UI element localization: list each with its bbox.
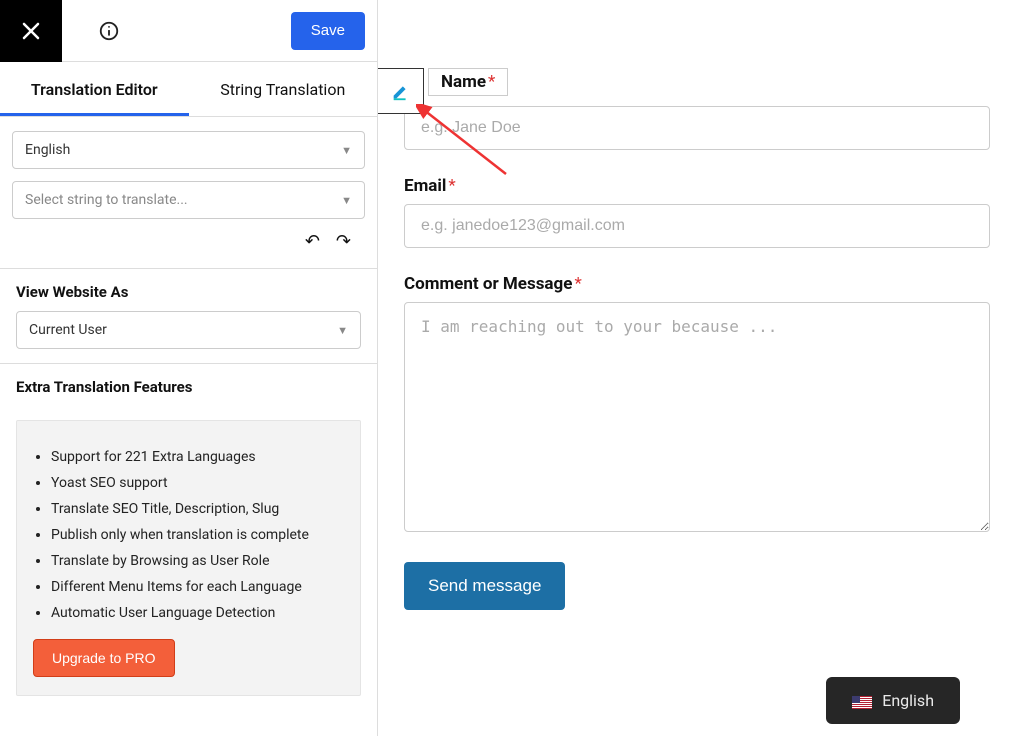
us-flag-icon bbox=[852, 694, 872, 707]
tab-translation-editor[interactable]: Translation Editor bbox=[0, 62, 189, 116]
email-label: Email* bbox=[404, 176, 990, 196]
extra-heading: Extra Translation Features bbox=[16, 378, 361, 396]
upgrade-button[interactable]: Upgrade to PRO bbox=[33, 639, 175, 677]
language-select[interactable]: English ▼ bbox=[12, 131, 365, 169]
close-button[interactable] bbox=[0, 0, 62, 62]
language-switcher[interactable]: English bbox=[826, 677, 960, 724]
extra-section: Extra Translation Features bbox=[0, 364, 377, 420]
name-label-box: Name* bbox=[428, 68, 508, 96]
edit-string-button[interactable] bbox=[378, 68, 424, 114]
chevron-down-icon: ▼ bbox=[337, 324, 348, 337]
undo-icon[interactable]: ↶ bbox=[305, 231, 320, 252]
main-preview: Email* Comment or Message* Send message … bbox=[378, 0, 1024, 736]
view-as-heading: View Website As bbox=[16, 283, 361, 301]
name-label: Name* bbox=[441, 72, 495, 92]
save-button[interactable]: Save bbox=[291, 12, 365, 50]
editor-tabs: Translation Editor String Translation bbox=[0, 62, 377, 117]
send-message-button[interactable]: Send message bbox=[404, 562, 565, 610]
nav-arrows: ↶ ↷ bbox=[12, 219, 365, 254]
topbar: Save bbox=[0, 0, 377, 62]
sidebar: Save Translation Editor String Translati… bbox=[0, 0, 378, 736]
language-select-value: English bbox=[25, 142, 70, 158]
pencil-icon bbox=[390, 80, 412, 102]
required-asterisk: * bbox=[488, 72, 495, 92]
extra-feature-item: Publish only when translation is complet… bbox=[51, 527, 344, 543]
extra-feature-item: Automatic User Language Detection bbox=[51, 605, 344, 621]
close-icon bbox=[19, 19, 43, 43]
redo-icon[interactable]: ↷ bbox=[336, 231, 351, 252]
translation-panel: English ▼ Select string to translate... … bbox=[0, 117, 377, 269]
extra-features-box: Support for 221 Extra Languages Yoast SE… bbox=[16, 420, 361, 696]
required-asterisk: * bbox=[574, 274, 581, 294]
chevron-down-icon: ▼ bbox=[341, 194, 352, 207]
chevron-down-icon: ▼ bbox=[341, 144, 352, 157]
extra-feature-item: Translate SEO Title, Description, Slug bbox=[51, 501, 344, 517]
info-icon[interactable] bbox=[98, 20, 120, 42]
view-as-select[interactable]: Current User ▼ bbox=[16, 311, 361, 349]
extra-feature-item: Yoast SEO support bbox=[51, 475, 344, 491]
extra-feature-item: Different Menu Items for each Language bbox=[51, 579, 344, 595]
extra-feature-item: Translate by Browsing as User Role bbox=[51, 553, 344, 569]
comment-label: Comment or Message* bbox=[404, 274, 990, 294]
string-select[interactable]: Select string to translate... ▼ bbox=[12, 181, 365, 219]
comment-textarea[interactable] bbox=[404, 302, 990, 532]
extra-feature-item: Support for 221 Extra Languages bbox=[51, 449, 344, 465]
language-switcher-label: English bbox=[882, 691, 934, 710]
tab-string-translation[interactable]: String Translation bbox=[189, 62, 378, 116]
view-as-section: View Website As Current User ▼ bbox=[0, 269, 377, 363]
string-select-placeholder: Select string to translate... bbox=[25, 192, 188, 208]
required-asterisk: * bbox=[448, 176, 455, 196]
email-input[interactable] bbox=[404, 204, 990, 248]
view-as-value: Current User bbox=[29, 322, 107, 338]
name-input[interactable] bbox=[404, 106, 990, 150]
